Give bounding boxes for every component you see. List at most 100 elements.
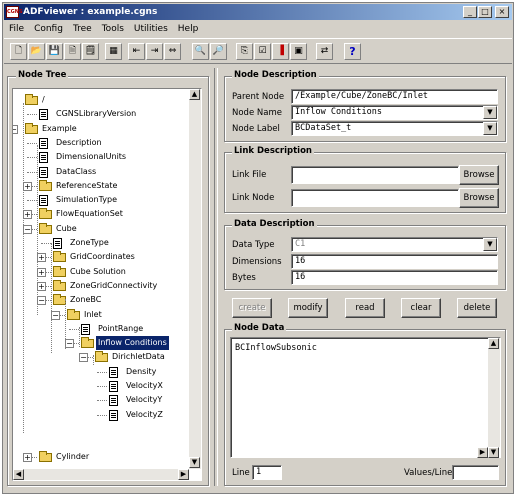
- data-type-chevron-down-icon[interactable]: ▼: [483, 238, 497, 251]
- select-button[interactable]: ▣: [290, 43, 307, 60]
- parent-node-field[interactable]: /Example/Cube/ZoneBC/Inlet: [291, 89, 498, 104]
- collapse-icon[interactable]: −: [65, 339, 74, 349]
- tree-node[interactable]: VelocityZ: [13, 408, 189, 422]
- copy-button[interactable]: ⎘: [236, 43, 253, 60]
- tree-scroll-up-button[interactable]: ▲: [189, 89, 200, 100]
- link-button[interactable]: ⇔: [164, 43, 181, 60]
- tree-node[interactable]: + ZoneGridConnectivity: [13, 279, 189, 293]
- node-data-vertical-scrollbar[interactable]: [488, 338, 500, 447]
- dimensions-field[interactable]: 16: [291, 254, 498, 269]
- menu-file[interactable]: File: [4, 22, 29, 37]
- node-data-scroll-up-button[interactable]: ▲: [488, 338, 499, 349]
- collapse-icon[interactable]: −: [79, 353, 88, 363]
- menu-utilities[interactable]: Utilities: [129, 22, 173, 37]
- properties-button[interactable]: 🗒: [82, 43, 99, 60]
- tree-node[interactable]: DimensionalUnits: [13, 150, 189, 164]
- tree-node[interactable]: DataClass: [13, 165, 189, 179]
- move-left-button[interactable]: ⇤: [128, 43, 145, 60]
- save-as-button[interactable]: 🗎: [64, 43, 81, 60]
- node-data-textarea[interactable]: BCInflowSubsonic: [230, 337, 501, 458]
- node-data-scroll-right-button[interactable]: ▶: [477, 447, 488, 458]
- tree-node[interactable]: − DirichletData: [13, 350, 189, 364]
- tree-node[interactable]: + Cube Solution: [13, 265, 189, 279]
- check-button[interactable]: ☑: [254, 43, 271, 60]
- tree-vertical-scrollbar[interactable]: [189, 89, 201, 469]
- tree-node[interactable]: ZoneType: [13, 236, 189, 250]
- tree-scroll-down-button[interactable]: ▼: [189, 457, 200, 468]
- tree-scroll-right-button[interactable]: ▶: [178, 469, 189, 480]
- expand-icon[interactable]: +: [37, 253, 46, 263]
- folder-icon: [95, 351, 108, 363]
- tree-node[interactable]: − Inlet: [13, 308, 189, 322]
- link-node-field[interactable]: [291, 189, 459, 207]
- tree-node[interactable]: − Inflow Conditions: [13, 336, 189, 351]
- node-tree[interactable]: / CGNSLibraryVersion − Example Description Di…: [12, 88, 202, 481]
- open-folder-button[interactable]: 📂: [28, 43, 45, 60]
- tree-node-label: PointRange: [98, 323, 144, 333]
- chart-button[interactable]: ▐: [272, 43, 289, 60]
- read-button[interactable]: read: [345, 298, 385, 318]
- tree-scroll-left-button[interactable]: ◀: [13, 469, 24, 480]
- expand-icon[interactable]: +: [23, 181, 32, 191]
- close-button[interactable]: ×: [495, 6, 509, 18]
- new-file-button[interactable]: 🗋: [10, 43, 27, 60]
- tree-node[interactable]: + ReferenceState: [13, 179, 189, 193]
- tree-node[interactable]: − Example: [13, 122, 189, 136]
- delete-button[interactable]: delete: [457, 298, 497, 318]
- maximize-button[interactable]: □: [478, 6, 492, 18]
- table-button[interactable]: ▦: [105, 43, 122, 60]
- tree-node[interactable]: − ZoneBC: [13, 293, 189, 307]
- tree-node[interactable]: + Cylinder: [13, 450, 189, 464]
- tree-node-label: DimensionalUnits: [56, 152, 127, 162]
- tree-node[interactable]: PointRange: [13, 322, 189, 336]
- modify-button[interactable]: modify: [288, 298, 328, 318]
- menu-tools[interactable]: Tools: [97, 22, 129, 37]
- menu-tree[interactable]: Tree: [68, 22, 97, 37]
- tree-node[interactable]: VelocityY: [13, 393, 189, 407]
- title-bar[interactable]: CGNS ADFviewer : example.cgns _ □ ×: [4, 4, 512, 20]
- tree-node[interactable]: Density: [13, 365, 189, 379]
- menu-help[interactable]: Help: [173, 22, 204, 37]
- expand-icon[interactable]: +: [37, 281, 46, 291]
- collapse-icon[interactable]: −: [37, 296, 46, 306]
- tree-node[interactable]: + GridCoordinates: [13, 250, 189, 264]
- save-button[interactable]: 💾: [46, 43, 63, 60]
- tree-node[interactable]: Description: [13, 136, 189, 150]
- compare-button[interactable]: ⇄: [316, 43, 333, 60]
- panel-splitter[interactable]: [214, 68, 218, 486]
- expand-icon[interactable]: +: [37, 267, 46, 277]
- find-next-button[interactable]: 🔎: [210, 43, 227, 60]
- node-name-select[interactable]: Inflow Conditions: [291, 105, 498, 120]
- values-per-line-field[interactable]: [452, 465, 499, 480]
- line-field[interactable]: 1: [252, 465, 282, 480]
- expand-icon[interactable]: +: [23, 210, 32, 220]
- folder-icon: [25, 94, 38, 105]
- tree-horizontal-scrollbar[interactable]: [13, 469, 189, 480]
- link-node-browse-button[interactable]: Browse: [459, 188, 499, 208]
- menu-config[interactable]: Config: [29, 22, 68, 37]
- collapse-icon[interactable]: −: [51, 310, 60, 320]
- collapse-icon[interactable]: −: [23, 224, 32, 234]
- node-label-select[interactable]: BCDataSet_t: [291, 121, 498, 136]
- node-label-chevron-down-icon[interactable]: ▼: [483, 122, 497, 135]
- link-file-browse-button[interactable]: Browse: [459, 165, 499, 185]
- minimize-button[interactable]: _: [463, 6, 477, 18]
- expand-icon[interactable]: +: [23, 452, 32, 462]
- move-right-button[interactable]: ⇥: [146, 43, 163, 60]
- link-file-field[interactable]: [291, 166, 459, 184]
- clear-button[interactable]: clear: [401, 298, 441, 318]
- collapse-icon[interactable]: −: [13, 124, 18, 134]
- tree-node[interactable]: /: [13, 93, 189, 107]
- data-type-select[interactable]: C1: [291, 237, 498, 252]
- tree-node[interactable]: CGNSLibraryVersion: [13, 107, 189, 121]
- node-name-chevron-down-icon[interactable]: ▼: [483, 106, 497, 119]
- node-data-scroll-down-button[interactable]: ▼: [488, 447, 499, 458]
- create-button[interactable]: create: [232, 298, 272, 318]
- bytes-field[interactable]: 16: [291, 270, 498, 285]
- tree-node[interactable]: − Cube: [13, 222, 189, 236]
- tree-node[interactable]: VelocityX: [13, 379, 189, 393]
- find-button[interactable]: 🔍: [192, 43, 209, 60]
- tree-node[interactable]: + FlowEquationSet: [13, 207, 189, 221]
- help-button[interactable]: ?: [344, 43, 361, 60]
- tree-node[interactable]: SimulationType: [13, 193, 189, 207]
